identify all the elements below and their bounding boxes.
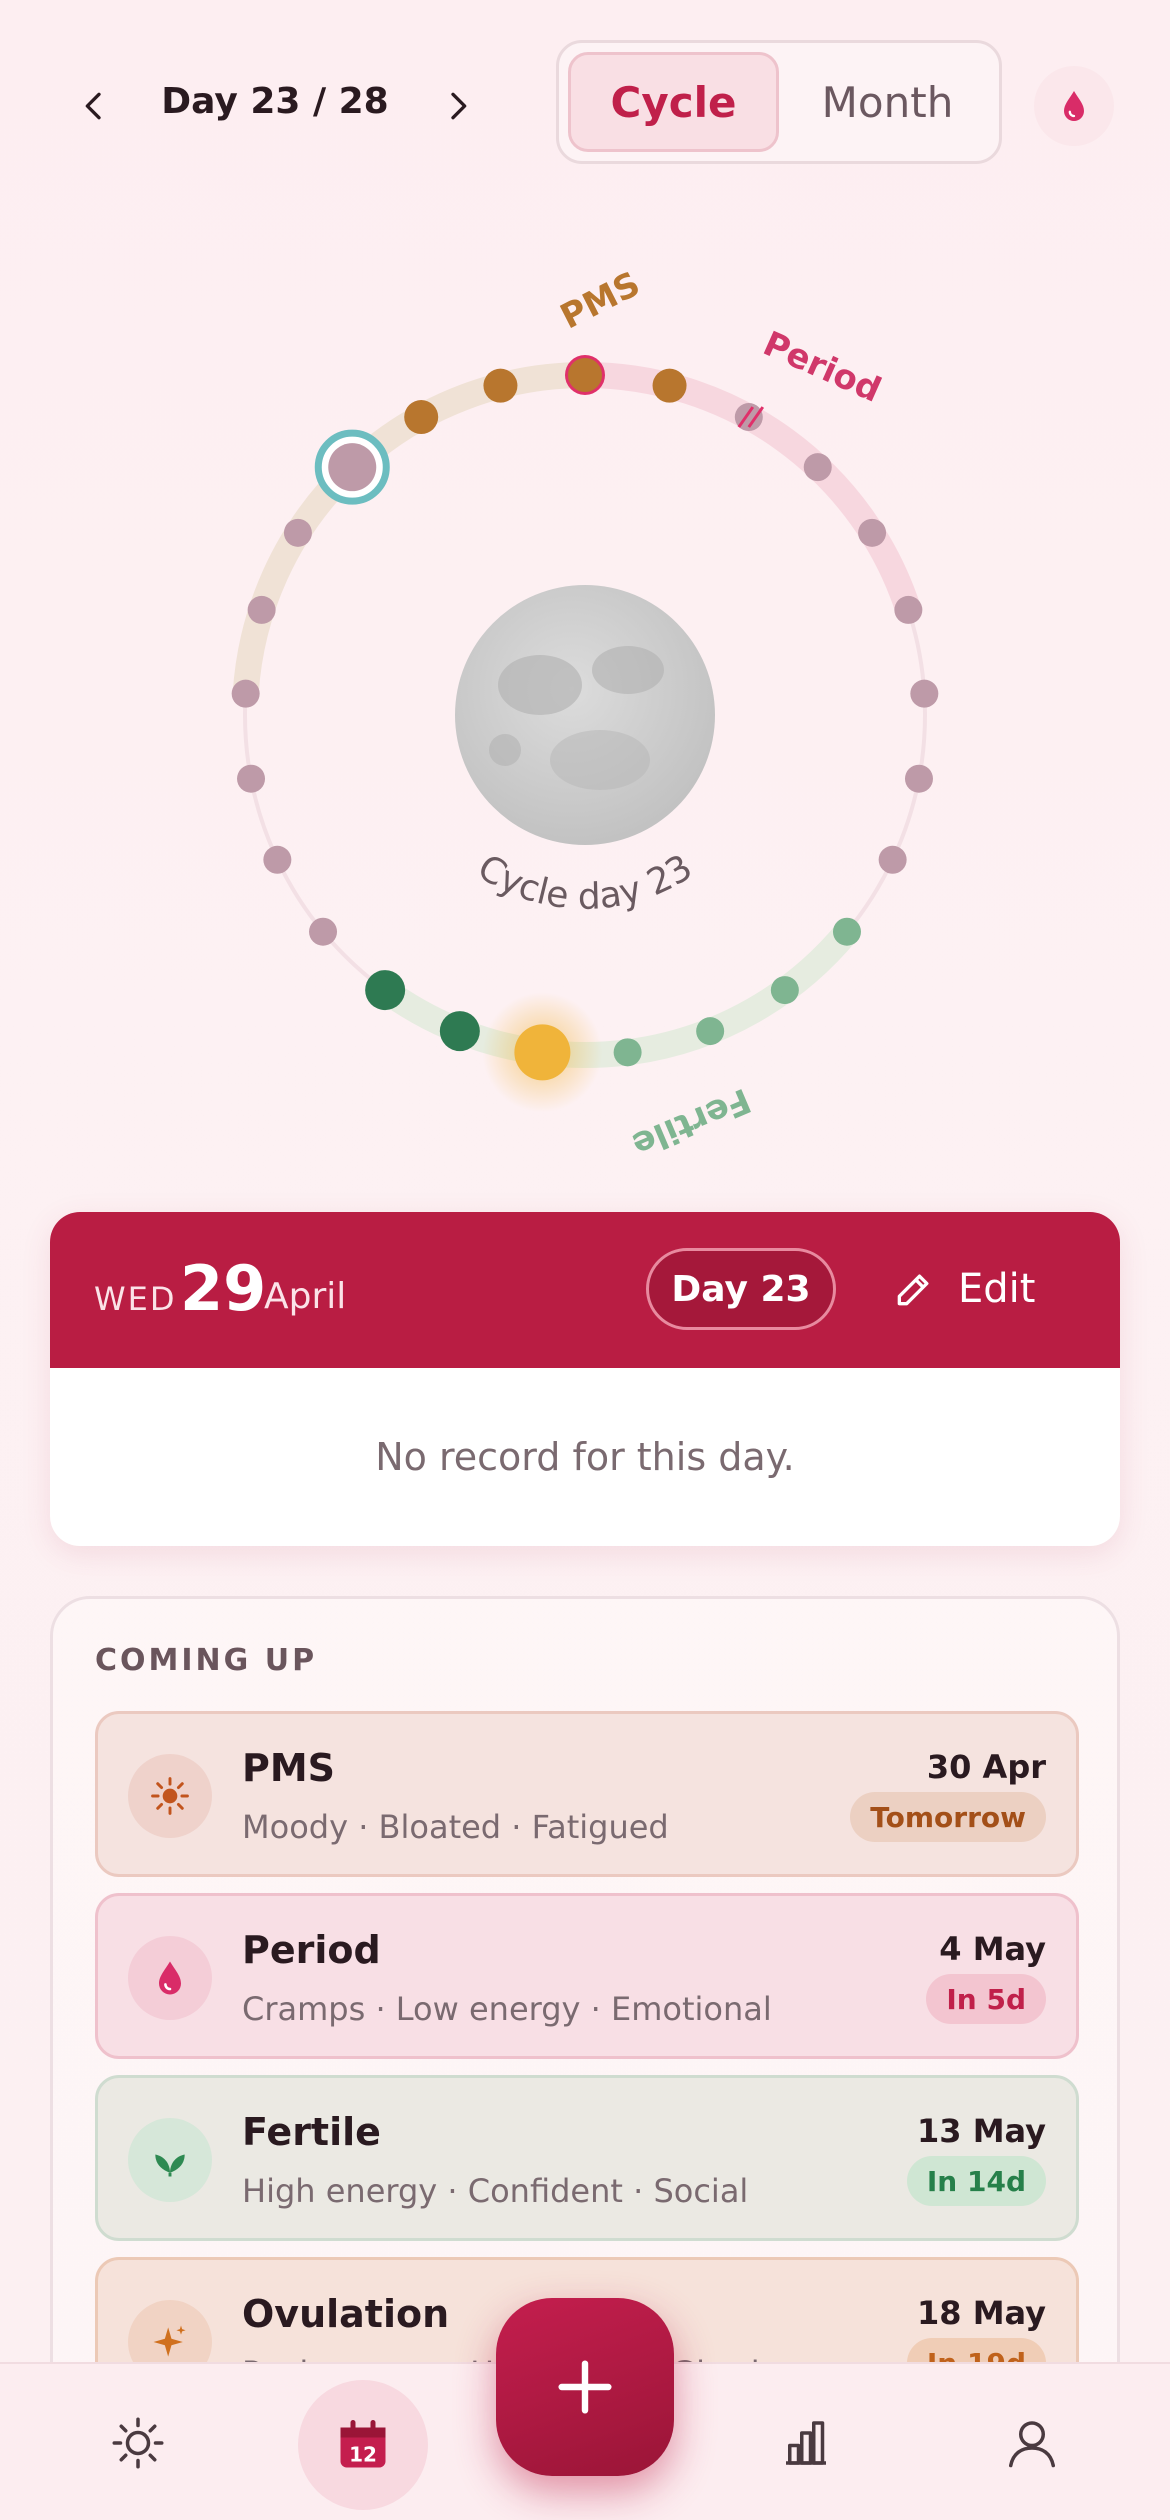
event-symptoms: Cramps · Low energy · Emotional [242, 1990, 772, 2028]
event-period[interactable]: Period Cramps · Low energy · Emotional 4… [95, 1893, 1079, 2059]
drop-icon [1064, 91, 1084, 121]
event-fertile[interactable]: Fertile High energy · Confident · Social… [95, 2075, 1079, 2241]
pencil-icon [897, 1274, 929, 1306]
cycle-wheel: 29 April Cycle day 23 Period Fertile PMS [0, 183, 1170, 1180]
cycle-day-dot[interactable] [696, 1017, 725, 1046]
day-detail-header: WED 29 April Day 23 Edit [50, 1212, 1120, 1368]
profile-icon [1009, 2421, 1055, 2468]
cycle-day-dot[interactable] [483, 368, 518, 403]
nav-stats[interactable] [746, 2388, 866, 2498]
period-log-button[interactable] [1034, 66, 1114, 146]
day-number: 29 [180, 1252, 267, 1325]
cycle-day-dot[interactable] [514, 1024, 571, 1081]
event-pms[interactable]: PMS Moody · Bloated · Fatigued 30 Apr To… [95, 1711, 1079, 1877]
chevron-right-icon [451, 92, 467, 120]
cycle-day-dot[interactable] [439, 1011, 480, 1052]
add-entry-button[interactable] [496, 2298, 674, 2476]
wheel-cycle-day: Cycle day 23 [470, 847, 699, 918]
previous-day-button[interactable] [64, 76, 124, 136]
cycle-day-dot[interactable] [283, 518, 312, 547]
event-icon-wrap [128, 2118, 212, 2202]
event-icon-wrap [128, 1936, 212, 2020]
cycle-day-counter: Day 23 / 28 [161, 81, 389, 122]
day-detail-card: WED 29 April Day 23 Edit No record for t… [50, 1212, 1120, 1546]
event-icon-wrap [128, 1754, 212, 1838]
tab-cycle[interactable]: Cycle [568, 52, 779, 152]
cycle-day-dot[interactable] [894, 595, 923, 624]
cycle-day-dot[interactable] [878, 845, 907, 874]
edit-label: Edit [958, 1266, 1036, 1312]
sparkle-icon [153, 2325, 186, 2357]
calendar-icon: 12 [340, 2420, 386, 2468]
cycle-day-dot[interactable] [652, 368, 687, 403]
chevron-left-icon [85, 92, 101, 120]
cycle-day-dot[interactable] [309, 917, 338, 946]
edit-button[interactable]: Edit [892, 1248, 1035, 1330]
cycle-day-dot[interactable] [858, 518, 887, 547]
event-name: Ovulation [242, 2292, 450, 2336]
cycle-day-dot[interactable] [803, 453, 832, 482]
event-date: 18 May [917, 2294, 1046, 2332]
event-countdown-badge: In 14d [906, 2156, 1046, 2206]
event-symptoms: High energy · Confident · Social [242, 2172, 749, 2210]
plus-icon [558, 2360, 612, 2414]
phase-label: Fertile [626, 1080, 756, 1165]
sun-icon [112, 2417, 164, 2469]
event-countdown-badge: In 5d [926, 1974, 1046, 2024]
empty-record-text: No record for this day. [375, 1435, 795, 1479]
bar-chart-icon [786, 2421, 826, 2465]
cycle-day-dot[interactable] [910, 679, 939, 708]
cycle-wheel-graphic: 29 April Cycle day 23 Period Fertile PMS [0, 183, 939, 1165]
top-bar: Day 23 / 28 Cycle Month [0, 36, 1170, 166]
cycle-day-dot[interactable] [904, 764, 933, 793]
tab-month[interactable]: Month [785, 52, 990, 152]
event-symptoms: Moody · Bloated · Fatigued [242, 1808, 669, 1846]
cycle-day-dot[interactable] [231, 679, 260, 708]
cycle-day-dot[interactable] [404, 400, 439, 435]
nav-calendar[interactable]: 12 [298, 2380, 428, 2510]
phase-label: Period [757, 324, 887, 411]
event-name: PMS [242, 1746, 336, 1790]
event-name: Period [242, 1928, 381, 1972]
calendar-day-number: 12 [349, 2442, 377, 2466]
sun-icon [151, 1777, 189, 1815]
cycle-day-dot[interactable] [247, 595, 276, 624]
event-date: 4 May [939, 1930, 1046, 1968]
event-countdown-badge: Tomorrow [850, 1792, 1046, 1842]
cycle-day-dot[interactable] [832, 917, 861, 946]
cycle-day-pill: Day 23 [646, 1248, 836, 1330]
weekday-label: WED [94, 1280, 177, 1318]
leaf-icon [155, 2154, 185, 2177]
today-dot[interactable] [328, 443, 377, 492]
nav-profile[interactable] [972, 2388, 1092, 2498]
moon-icon [455, 585, 715, 845]
cycle-day-dot[interactable] [770, 976, 799, 1005]
cycle-day-dot[interactable] [365, 970, 406, 1011]
drop-icon [159, 1961, 181, 1995]
nav-today[interactable] [78, 2388, 198, 2498]
event-date: 13 May [917, 2112, 1046, 2150]
next-day-button[interactable] [428, 76, 488, 136]
wheel-date: 29 April [0, 230, 20, 243]
event-date: 30 Apr [926, 1748, 1046, 1786]
cycle-day-dot[interactable] [263, 845, 292, 874]
cycle-day-dot[interactable] [613, 1038, 642, 1067]
month-label: April [264, 1276, 347, 1317]
view-toggle: Cycle Month [556, 40, 1002, 164]
cycle-day-dot[interactable] [237, 764, 266, 793]
cycle-day-dot[interactable] [568, 358, 602, 392]
event-name: Fertile [242, 2110, 381, 2154]
coming-up-title: COMING UP [95, 1643, 318, 1678]
phase-label: PMS [554, 264, 646, 337]
